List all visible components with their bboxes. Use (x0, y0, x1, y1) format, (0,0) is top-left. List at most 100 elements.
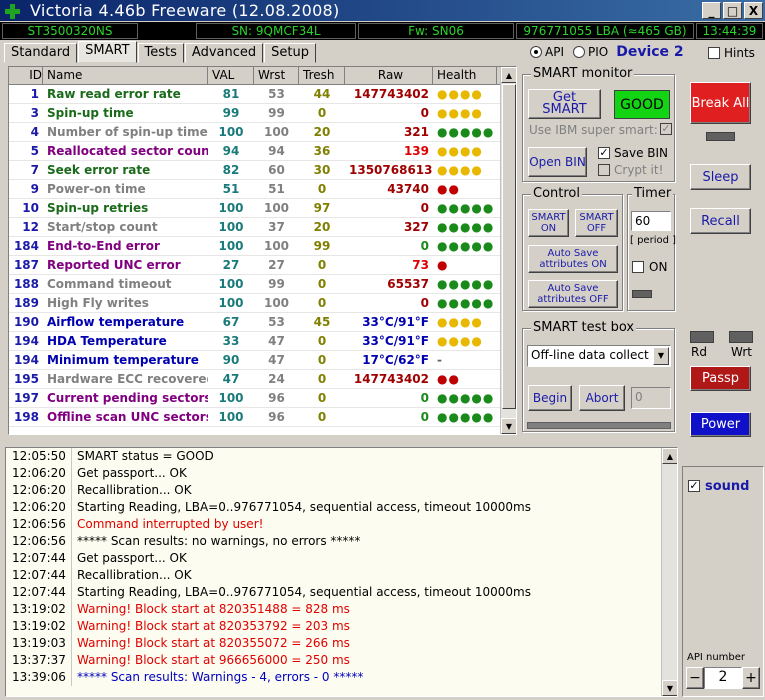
table-row[interactable]: 1 Raw read error rate 81 53 44 147743402 ●●●● (9, 85, 516, 104)
attr-health: ●●●● (437, 87, 483, 101)
pio-radio[interactable] (572, 46, 585, 58)
tab-tests[interactable]: Tests (137, 43, 184, 63)
log-time: 12:06:20 (6, 499, 72, 516)
attr-tresh: 97 (313, 201, 331, 215)
log-scroll-up-icon[interactable]: ▲ (662, 448, 677, 464)
chevron-down-icon[interactable]: ▼ (653, 347, 669, 365)
save-bin-checkbox[interactable]: ✓ (598, 147, 610, 159)
col-health[interactable]: Health (433, 67, 497, 84)
smart-off-button[interactable]: SMART OFF (575, 209, 618, 237)
abort-test-button[interactable]: Abort (579, 385, 625, 411)
scroll-down-icon[interactable]: ▼ (501, 418, 516, 434)
scroll-up-icon[interactable]: ▲ (501, 67, 516, 83)
attr-raw: 327 (403, 220, 429, 234)
attr-raw: 0 (420, 410, 429, 424)
table-row[interactable]: 5 Reallocated sector count 94 94 36 139 ●●●● (9, 142, 516, 161)
hints-toggle[interactable]: Hints (708, 46, 755, 60)
col-id[interactable]: ID (9, 67, 43, 84)
col-wrst[interactable]: Wrst (254, 67, 299, 84)
minimize-button[interactable]: _ (702, 2, 721, 19)
sleep-button[interactable]: Sleep (690, 164, 751, 190)
table-row[interactable]: 188 Command timeout 100 99 0 65537 ●●●●● (9, 275, 516, 294)
attr-raw: 139 (403, 144, 429, 158)
autosave-off-button[interactable]: Auto Save attributes OFF (528, 280, 618, 308)
table-row[interactable]: 198 Offline scan UNC sectors 100 96 0 0 ●●●●● (9, 408, 516, 427)
attr-id: 195 (13, 372, 39, 386)
attr-wrst: 47 (268, 353, 285, 367)
save-bin-label: Save BIN (614, 146, 669, 160)
col-name[interactable]: Name (43, 67, 208, 84)
test-progress-input[interactable]: 0 (631, 387, 671, 409)
drive-model: ST3500320NS (2, 23, 138, 39)
log-scrollbar[interactable]: ▲ ▼ (661, 448, 677, 696)
tab-standard[interactable]: Standard (4, 43, 78, 63)
timer-period-input[interactable]: 60 (631, 211, 671, 231)
table-row[interactable]: 184 End-to-End error 100 100 99 0 ●●●●● (9, 237, 516, 256)
break-all-button[interactable]: Break All (690, 82, 751, 124)
hints-checkbox[interactable] (708, 47, 720, 59)
col-val[interactable]: VAL (208, 67, 254, 84)
title-bar[interactable]: Victoria 4.46b Freeware (12.08.2008) _ □… (0, 0, 765, 21)
ibm-smart-checkbox[interactable]: ✓ (660, 123, 672, 135)
table-row[interactable]: 197 Current pending sectors 100 96 0 0 ●●●●● (9, 389, 516, 408)
close-button[interactable]: X (744, 2, 763, 19)
col-raw[interactable]: Raw (345, 67, 433, 84)
attr-tresh: 44 (313, 87, 331, 101)
autosave-on-button[interactable]: Auto Save attributes ON (528, 245, 618, 273)
event-log[interactable]: 12:05:50 SMART status = GOOD 12:06:20 Get p… (5, 447, 678, 697)
attr-id: 184 (13, 239, 39, 253)
timer-on-checkbox[interactable] (632, 261, 644, 273)
passp-button[interactable]: Passp (690, 366, 751, 391)
log-time: 13:19:02 (6, 618, 72, 635)
table-row[interactable]: 189 High Fly writes 100 100 0 0 ●●●●● (9, 294, 516, 313)
attr-name: End-to-End error (47, 239, 160, 253)
crypt-checkbox[interactable] (598, 164, 610, 176)
tab-advanced[interactable]: Advanced (184, 43, 264, 63)
attr-raw: 321 (403, 125, 429, 139)
smart-on-button[interactable]: SMART ON (528, 209, 569, 237)
attr-raw: 65537 (387, 277, 429, 291)
scroll-thumb[interactable] (502, 84, 516, 409)
table-row[interactable]: 194 HDA Temperature 33 47 0 33°C/91°F ●●●● (9, 332, 516, 351)
api-radio[interactable] (530, 46, 542, 58)
attr-raw: 147743402 (353, 372, 429, 386)
table-row[interactable]: 12 Start/stop count 100 37 20 327 ●●●●● (9, 218, 516, 237)
attr-health: ●●●●● (437, 125, 495, 139)
attr-raw: 17°C/62°F (362, 353, 429, 367)
smart-attributes-table[interactable]: ID Name VAL Wrst Tresh Raw Health 1 Raw r… (8, 66, 517, 435)
api-number-increment[interactable]: + (742, 667, 760, 689)
get-smart-button[interactable]: Get SMART (528, 89, 601, 119)
col-tresh[interactable]: Tresh (299, 67, 345, 84)
tab-setup[interactable]: Setup (264, 43, 316, 63)
table-row[interactable]: 195 Hardware ECC recovered 47 24 0 147743402 ●… (9, 370, 516, 389)
table-row[interactable]: 9 Power-on time 51 51 0 43740 ●● (9, 180, 516, 199)
break-led (706, 132, 735, 141)
attr-raw: 0 (420, 106, 429, 120)
begin-test-button[interactable]: Begin (528, 385, 572, 411)
open-bin-button[interactable]: Open BIN (528, 147, 587, 177)
attr-wrst: 100 (263, 296, 290, 310)
table-row[interactable]: 190 Airflow temperature 67 53 45 33°C/91°F ●●●… (9, 313, 516, 332)
attr-tresh: 0 (317, 410, 327, 424)
table-row[interactable]: 7 Seek error rate 82 60 30 13507686132 ●●●● (9, 161, 516, 180)
tab-smart[interactable]: SMART (78, 41, 137, 63)
sound-checkbox[interactable]: ✓ (688, 480, 700, 492)
power-button[interactable]: Power (690, 412, 751, 437)
recall-button[interactable]: Recall (690, 208, 751, 234)
api-number-decrement[interactable]: − (686, 667, 704, 689)
log-entry: 12:06:20 Recallibration... OK (6, 482, 677, 499)
table-row[interactable]: 10 Spin-up retries 100 100 97 0 ●●●●● (9, 199, 516, 218)
table-row[interactable]: 4 Number of spin-up times 100 100 20 321 ●●●●● (9, 123, 516, 142)
log-scroll-down-icon[interactable]: ▼ (662, 680, 677, 696)
table-row[interactable]: 187 Reported UNC error 27 27 0 73 ● (9, 256, 516, 275)
test-type-select[interactable]: Off-line data collect ▼ (527, 345, 671, 367)
timer-period-label: [ period ] (630, 235, 677, 246)
table-scrollbar[interactable]: ▲ ▼ (500, 67, 516, 434)
attr-health: - (437, 353, 443, 367)
attr-name: Reallocated sector count (47, 144, 208, 158)
maximize-button[interactable]: □ (723, 2, 742, 19)
api-number-input[interactable]: 2 (704, 667, 742, 689)
attr-tresh: 0 (317, 182, 327, 196)
table-row[interactable]: 3 Spin-up time 99 99 0 0 ●●●● (9, 104, 516, 123)
table-row[interactable]: 194 Minimum temperature 90 47 0 17°C/62°F - (9, 351, 516, 370)
